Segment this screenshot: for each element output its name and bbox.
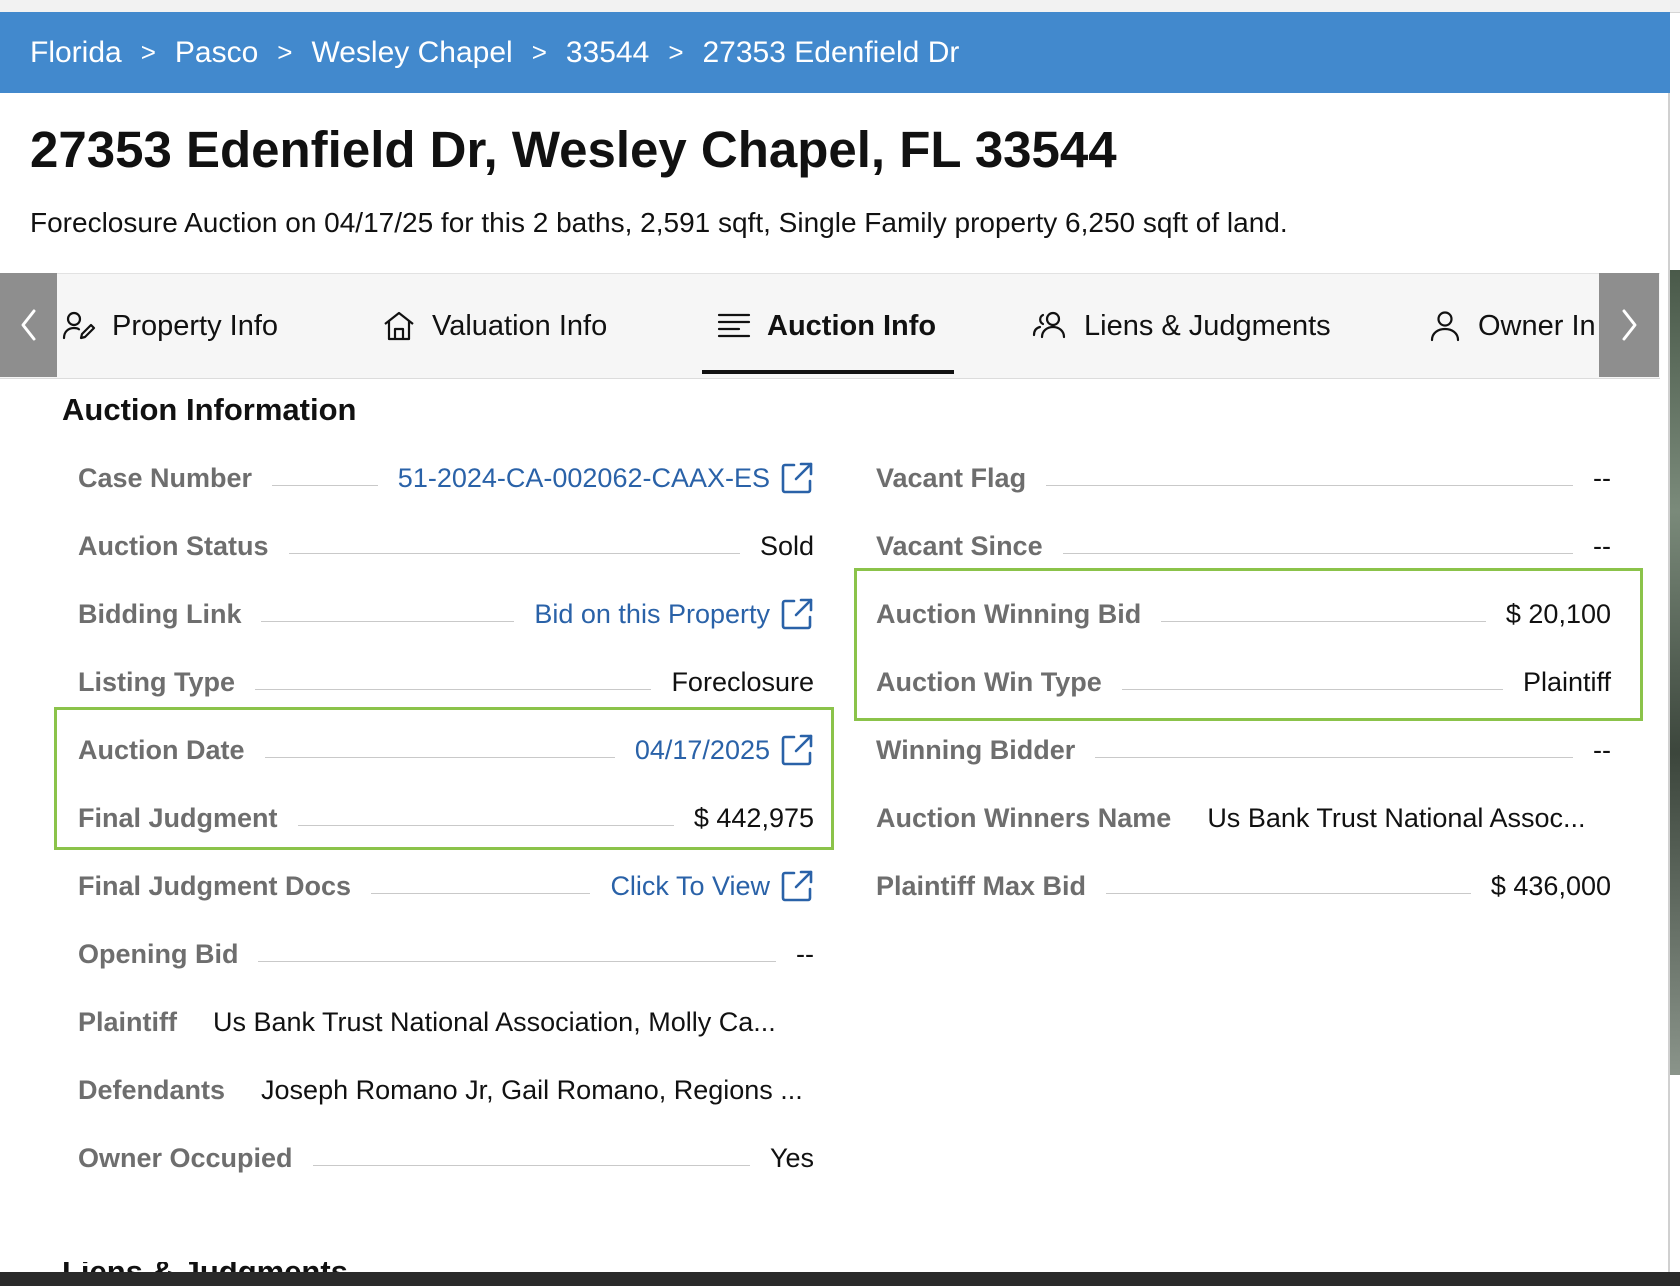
leader-line bbox=[371, 892, 591, 894]
row-label: Auction Status bbox=[78, 530, 269, 561]
auction-winners-name-value: Us Bank Trust National Assoc... bbox=[1207, 802, 1586, 833]
highlight-box-winning-bid bbox=[854, 568, 1643, 721]
breadcrumb-separator: > bbox=[140, 37, 156, 67]
tab-label: Liens & Judgments bbox=[1084, 309, 1331, 342]
tab-liens-judgments[interactable]: Liens & Judgments bbox=[1032, 274, 1331, 378]
leader-line bbox=[312, 1164, 750, 1166]
leader-line bbox=[261, 620, 515, 622]
listing-type-value: Foreclosure bbox=[671, 666, 814, 697]
background-map-sliver bbox=[1670, 270, 1680, 1075]
leader-line bbox=[1062, 552, 1574, 554]
tab-valuation-info[interactable]: Valuation Info bbox=[382, 274, 607, 378]
row-label: Vacant Flag bbox=[876, 462, 1027, 493]
opening-bid-value: -- bbox=[796, 938, 814, 969]
person-edit-icon bbox=[62, 311, 96, 340]
leader-line bbox=[288, 552, 740, 554]
chevron-right-icon bbox=[1622, 309, 1637, 341]
external-link-icon bbox=[781, 598, 813, 630]
row-label: Listing Type bbox=[78, 666, 236, 697]
leader-line bbox=[1046, 484, 1574, 486]
click-to-view-link[interactable]: Click To View bbox=[610, 869, 814, 903]
window-bottom-edge bbox=[0, 1272, 1680, 1286]
people-icon bbox=[1032, 311, 1066, 339]
row-label: Final Judgment Docs bbox=[78, 870, 352, 901]
breadcrumb-separator: > bbox=[668, 37, 684, 67]
leader-line bbox=[1106, 892, 1471, 894]
tab-bar: Property Info Valuation Info Auction Inf… bbox=[0, 273, 1660, 379]
lines-icon bbox=[717, 313, 751, 338]
vacant-since-value: -- bbox=[1593, 530, 1611, 561]
tab-property-info[interactable]: Property Info bbox=[62, 274, 278, 378]
external-link-icon bbox=[781, 870, 813, 902]
tabs-scroll-left-button[interactable] bbox=[0, 273, 57, 377]
row-label: Opening Bid bbox=[78, 938, 239, 969]
link-text: Click To View bbox=[610, 870, 770, 901]
breadcrumb-county[interactable]: Pasco bbox=[175, 36, 258, 70]
breadcrumb: Florida > Pasco > Wesley Chapel > 33544 … bbox=[0, 12, 1670, 93]
tabs-scroll-right-button[interactable] bbox=[1599, 273, 1659, 377]
tab-label: Auction Info bbox=[767, 309, 937, 342]
breadcrumb-state[interactable]: Florida bbox=[30, 36, 122, 70]
listing-type-row: Listing Type Foreclosure bbox=[78, 662, 814, 702]
tab-label: Valuation Info bbox=[432, 309, 608, 342]
link-text: Bid on this Property bbox=[534, 598, 770, 629]
link-text: 51-2024-CA-002062-CAAX-ES bbox=[397, 462, 770, 493]
leader-line bbox=[255, 688, 652, 690]
leader-line bbox=[1095, 756, 1574, 758]
external-link-icon bbox=[781, 462, 813, 494]
breadcrumb-separator: > bbox=[531, 37, 547, 67]
chevron-left-icon bbox=[21, 309, 35, 341]
defendants-row: Defendants Joseph Romano Jr, Gail Romano… bbox=[78, 1070, 814, 1110]
tab-label: Property Info bbox=[112, 309, 279, 342]
vacant-flag-value: -- bbox=[1593, 462, 1611, 493]
page-title: 27353 Edenfield Dr, Wesley Chapel, FL 33… bbox=[30, 121, 1117, 178]
auction-status-value: Sold bbox=[759, 530, 814, 561]
row-label: Defendants bbox=[78, 1074, 226, 1105]
leader-line bbox=[258, 960, 777, 962]
row-label: Owner Occupied bbox=[78, 1142, 293, 1173]
breadcrumb-zip[interactable]: 33544 bbox=[566, 36, 649, 70]
page-subtitle: Foreclosure Auction on 04/17/25 for this… bbox=[30, 207, 1288, 238]
vacant-since-row: Vacant Since -- bbox=[876, 526, 1611, 566]
leader-line bbox=[272, 484, 378, 486]
breadcrumb-address[interactable]: 27353 Edenfield Dr bbox=[703, 36, 960, 70]
tab-label: Owner In bbox=[1478, 309, 1596, 342]
row-label: Winning Bidder bbox=[876, 734, 1076, 765]
row-label: Vacant Since bbox=[876, 530, 1043, 561]
tab-owner-info[interactable]: Owner In bbox=[1428, 274, 1596, 378]
row-label: Bidding Link bbox=[78, 598, 242, 629]
breadcrumb-city[interactable]: Wesley Chapel bbox=[311, 36, 512, 70]
highlight-box-auction-date bbox=[54, 707, 834, 850]
final-judgment-docs-row: Final Judgment Docs Click To View bbox=[78, 866, 814, 906]
case-number-row: Case Number 51-2024-CA-002062-CAAX-ES bbox=[78, 458, 814, 498]
section-title: Auction Information bbox=[62, 392, 357, 427]
home-icon bbox=[384, 311, 414, 341]
defendants-value: Joseph Romano Jr, Gail Romano, Regions .… bbox=[261, 1074, 803, 1105]
opening-bid-row: Opening Bid -- bbox=[78, 934, 814, 974]
bidding-link-row: Bidding Link Bid on this Property bbox=[78, 594, 814, 634]
next-section-title: Liens & Judgments bbox=[62, 1262, 348, 1272]
winning-bidder-row: Winning Bidder -- bbox=[876, 730, 1611, 770]
plaintiff-max-bid-row: Plaintiff Max Bid $ 436,000 bbox=[876, 866, 1611, 906]
bid-on-property-link[interactable]: Bid on this Property bbox=[534, 597, 814, 631]
row-label: Case Number bbox=[78, 462, 253, 493]
plaintiff-max-bid-value: $ 436,000 bbox=[1490, 870, 1611, 901]
owner-occupied-row: Owner Occupied Yes bbox=[78, 1138, 814, 1178]
auction-winners-name-row: Auction Winners Name Us Bank Trust Natio… bbox=[876, 798, 1611, 838]
row-label: Auction Winners Name bbox=[876, 802, 1172, 833]
winning-bidder-value: -- bbox=[1593, 734, 1611, 765]
case-number-link[interactable]: 51-2024-CA-002062-CAAX-ES bbox=[398, 461, 814, 495]
breadcrumb-separator: > bbox=[277, 37, 293, 67]
plaintiff-value: Us Bank Trust National Association, Moll… bbox=[213, 1006, 776, 1037]
row-label: Plaintiff bbox=[78, 1006, 177, 1037]
row-label: Plaintiff Max Bid bbox=[876, 870, 1087, 901]
vacant-flag-row: Vacant Flag -- bbox=[876, 458, 1611, 498]
active-tab-indicator bbox=[702, 370, 954, 374]
person-icon bbox=[1430, 311, 1460, 342]
tab-auction-info[interactable]: Auction Info bbox=[717, 274, 936, 378]
auction-status-row: Auction Status Sold bbox=[78, 526, 814, 566]
plaintiff-row: Plaintiff Us Bank Trust National Associa… bbox=[78, 1002, 814, 1042]
owner-occupied-value: Yes bbox=[769, 1142, 814, 1173]
